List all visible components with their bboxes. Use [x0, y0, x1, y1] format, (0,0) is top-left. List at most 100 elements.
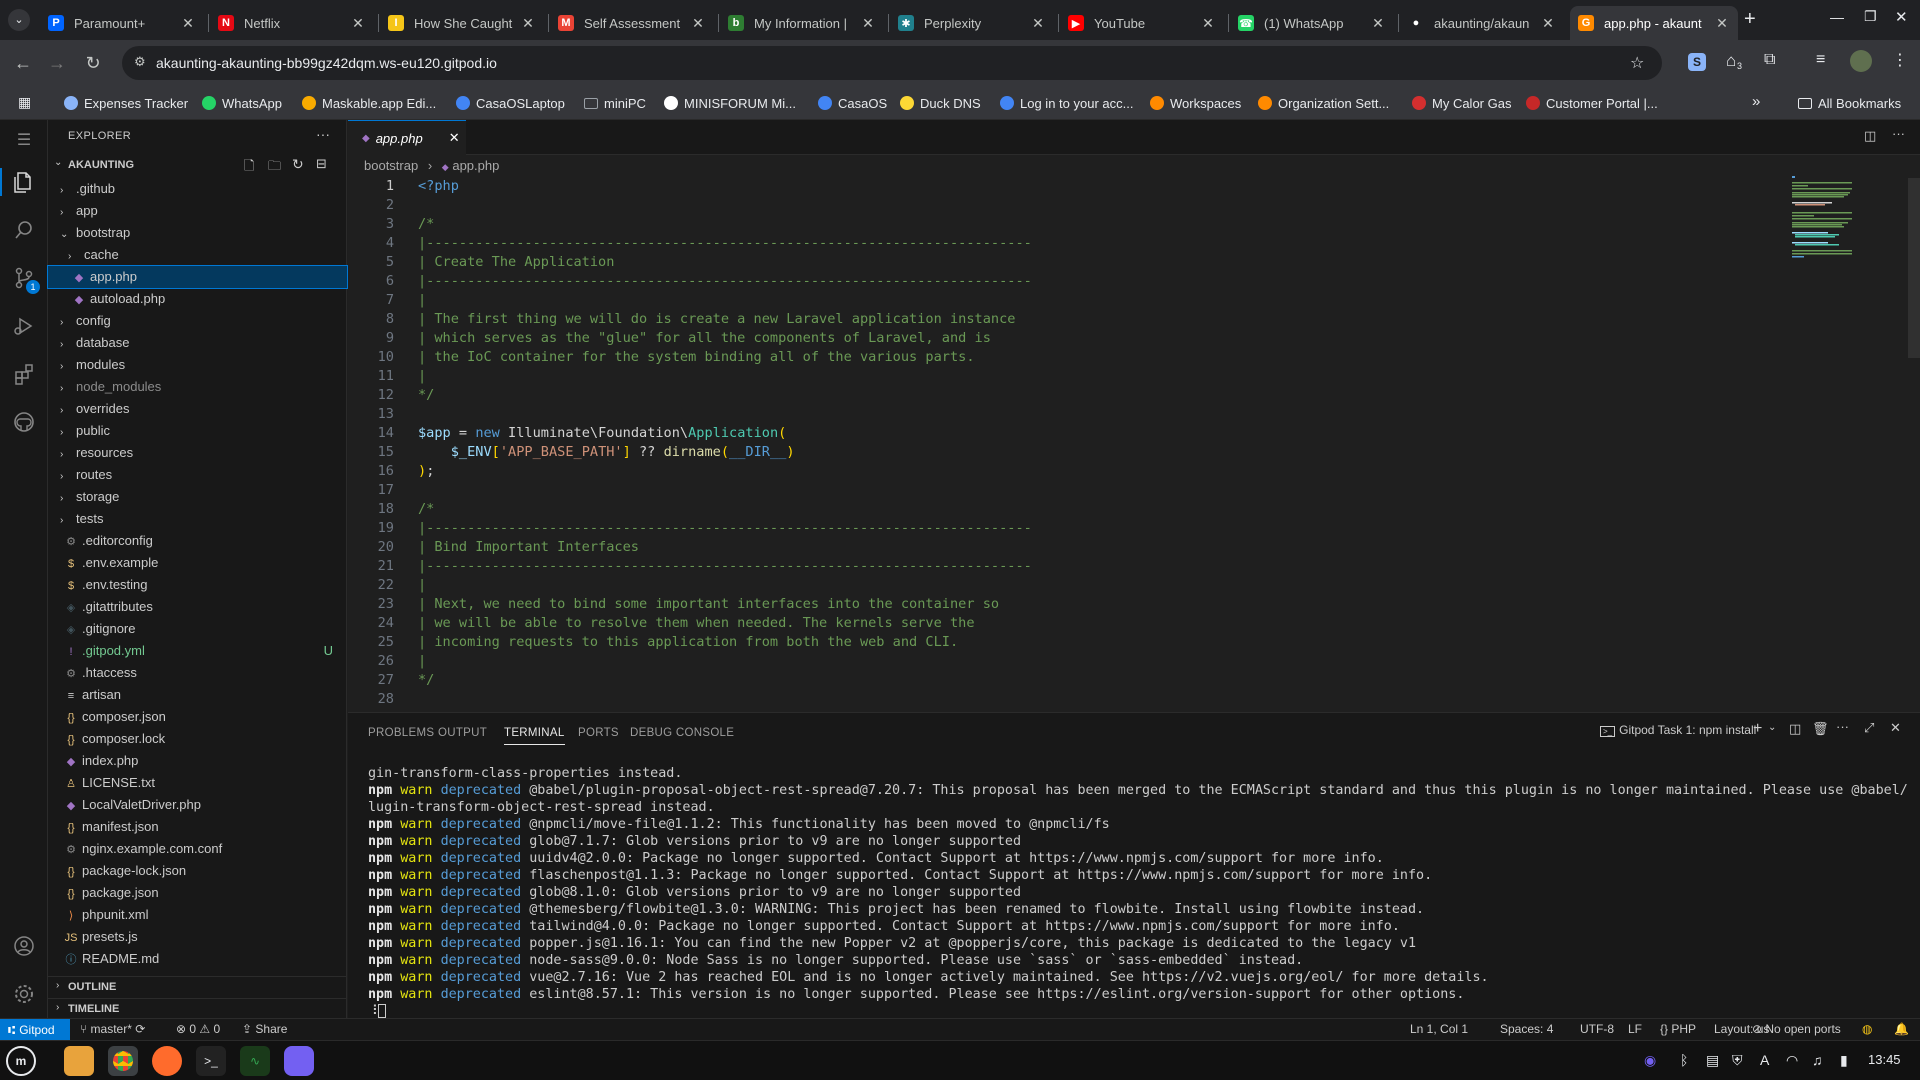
all-bookmarks-button[interactable]: All Bookmarks	[1798, 93, 1901, 113]
firefox-app-icon[interactable]	[152, 1046, 182, 1076]
code-line[interactable]: 17	[348, 481, 1808, 500]
bookmark-item[interactable]: MINISFORUM Mi...	[664, 93, 796, 113]
folder-item[interactable]: › routes	[48, 464, 347, 486]
extension-home-icon[interactable]: ⌂ 3	[1726, 51, 1743, 71]
notifications-bell-icon[interactable]: 🔔	[1894, 1022, 1909, 1036]
split-terminal-icon[interactable]: ◫	[1789, 721, 1801, 737]
file-item[interactable]: ⟩ phpunit.xml	[48, 904, 347, 926]
keyboard-icon[interactable]: A	[1760, 1052, 1769, 1068]
wifi-icon[interactable]: ◠	[1786, 1052, 1798, 1069]
indentation[interactable]: Spaces: 4	[1500, 1022, 1553, 1036]
file-item[interactable]: $ .env.example	[48, 552, 347, 574]
github-icon[interactable]	[12, 410, 36, 434]
file-item[interactable]: ≡ artisan	[48, 684, 347, 706]
volume-icon[interactable]: ♫	[1812, 1052, 1823, 1068]
bookmark-item[interactable]: Workspaces	[1150, 93, 1241, 113]
kill-terminal-icon[interactable]: 🗑	[1812, 721, 1829, 737]
file-item[interactable]: ⚙ .editorconfig	[48, 530, 347, 552]
file-item[interactable]: {} package.json	[48, 882, 347, 904]
code-line[interactable]: 13	[348, 405, 1808, 424]
system-monitor-icon[interactable]: ∿	[240, 1046, 270, 1076]
folder-item[interactable]: › app	[48, 200, 347, 222]
panel-tab[interactable]: PORTS	[578, 727, 619, 739]
clipboard-icon[interactable]: ▤	[1706, 1052, 1719, 1069]
accounts-icon[interactable]	[12, 934, 36, 958]
file-item[interactable]: ♙ LICENSE.txt	[48, 772, 347, 794]
share-button[interactable]: ⇪ Share	[242, 1022, 287, 1036]
code-line[interactable]: 26 |	[348, 652, 1808, 671]
apps-grid-icon[interactable]: ▦	[18, 94, 31, 111]
menu-icon[interactable]: ☰	[12, 130, 36, 154]
problems-indicator[interactable]: ⊗ 0 ⚠ 0	[176, 1022, 220, 1036]
code-line[interactable]: 10 | the IoC container for the system bin…	[348, 348, 1808, 367]
ports-indicator[interactable]: ⊘ No open ports	[1752, 1022, 1841, 1036]
panel-tab[interactable]: DEBUG CONSOLE	[630, 727, 734, 739]
file-item[interactable]: ◈ .gitignore	[48, 618, 347, 640]
close-tab-icon[interactable]: ✕	[1370, 15, 1386, 32]
tab-app-php[interactable]: ◆ app.php ✕	[348, 120, 466, 155]
browser-tab[interactable]: P Paramount+ ✕	[40, 6, 204, 40]
close-panel-icon[interactable]: ✕	[1890, 720, 1901, 736]
file-item[interactable]: $ .env.testing	[48, 574, 347, 596]
code-line[interactable]: 3 /*	[348, 215, 1808, 234]
code-line[interactable]: 19 |-------------------------------------…	[348, 519, 1808, 538]
bookmark-item[interactable]: CasaOSLaptop	[456, 93, 565, 113]
browser-tab[interactable]: b My Information | ✕	[720, 6, 884, 40]
bluetooth-icon[interactable]: ᛒ	[1680, 1052, 1688, 1068]
file-item[interactable]: {} composer.lock	[48, 728, 347, 750]
panel-tab[interactable]: OUTPUT	[438, 727, 487, 739]
cursor-position[interactable]: Ln 1, Col 1	[1410, 1022, 1468, 1036]
browser-tab[interactable]: ☎ (1) WhatsApp ✕	[1230, 6, 1394, 40]
code-line[interactable]: 18 /*	[348, 500, 1808, 519]
file-item[interactable]: ! .gitpod.yml U	[48, 640, 347, 662]
file-item[interactable]: ⚙ .htaccess	[48, 662, 347, 684]
code-line[interactable]: 11 |	[348, 367, 1808, 386]
browser-tab[interactable]: ▶ YouTube ✕	[1060, 6, 1224, 40]
close-tab-icon[interactable]: ✕	[350, 15, 366, 32]
close-tab-icon[interactable]: ✕	[1200, 15, 1216, 32]
file-item[interactable]: JS presets.js	[48, 926, 347, 948]
close-tab-icon[interactable]: ✕	[520, 15, 536, 32]
manage-gear-icon[interactable]	[12, 982, 36, 1006]
bookmark-item[interactable]: Log in to your acc...	[1000, 93, 1133, 113]
new-terminal-icon[interactable]: +	[1753, 720, 1762, 738]
file-item[interactable]: ◆ app.php	[47, 265, 348, 289]
file-item[interactable]: ⚙ nginx.example.com.conf	[48, 838, 347, 860]
chrome-menu-icon[interactable]: ⋮	[1892, 50, 1908, 70]
viber-app-icon[interactable]	[284, 1046, 314, 1076]
extension-s-icon[interactable]: S	[1688, 53, 1706, 71]
bookmark-item[interactable]: Expenses Tracker	[64, 93, 188, 113]
code-line[interactable]: 7 |	[348, 291, 1808, 310]
reload-button[interactable]: ↻	[78, 48, 108, 78]
restore-button[interactable]: ❐	[1864, 8, 1877, 25]
folder-item[interactable]: › cache	[48, 244, 347, 266]
folder-item[interactable]: › storage	[48, 486, 347, 508]
file-item[interactable]: ◆ LocalValetDriver.php	[48, 794, 347, 816]
bookmark-star-icon[interactable]: ☆	[1630, 53, 1644, 73]
bookmark-item[interactable]: CasaOS	[818, 93, 887, 113]
code-line[interactable]: 27 */	[348, 671, 1808, 690]
viber-tray-icon[interactable]: ◉	[1644, 1052, 1656, 1069]
minimap[interactable]	[1792, 176, 1904, 296]
explorer-files-icon[interactable]	[12, 170, 36, 194]
start-menu-icon[interactable]: m	[6, 1046, 36, 1076]
chevron-down-icon[interactable]: ⌄	[1768, 722, 1776, 733]
folder-item[interactable]: › database	[48, 332, 347, 354]
timeline-section[interactable]: › TIMELINE	[48, 998, 347, 1018]
explorer-more-icon[interactable]: ···	[316, 126, 330, 142]
search-icon[interactable]	[12, 218, 36, 242]
code-line[interactable]: 5 | Create The Application	[348, 253, 1808, 272]
code-line[interactable]: 6 |--------------------------------------…	[348, 272, 1808, 291]
code-line[interactable]: 22 |	[348, 576, 1808, 595]
tab-search-button[interactable]: ⌄	[8, 9, 30, 31]
folder-item[interactable]: › overrides	[48, 398, 347, 420]
bookmark-item[interactable]: miniPC	[584, 93, 646, 113]
bookmark-item[interactable]: WhatsApp	[202, 93, 282, 113]
folder-item[interactable]: ⌄ bootstrap	[48, 222, 347, 244]
terminal-app-icon[interactable]: >_	[196, 1046, 226, 1076]
bookmark-item[interactable]: Maskable.app Edi...	[302, 93, 436, 113]
files-app-icon[interactable]	[64, 1046, 94, 1076]
code-line[interactable]: 16);	[348, 462, 1808, 481]
close-tab-icon[interactable]: ✕	[1540, 15, 1556, 32]
code-line[interactable]: 4 |--------------------------------------…	[348, 234, 1808, 253]
